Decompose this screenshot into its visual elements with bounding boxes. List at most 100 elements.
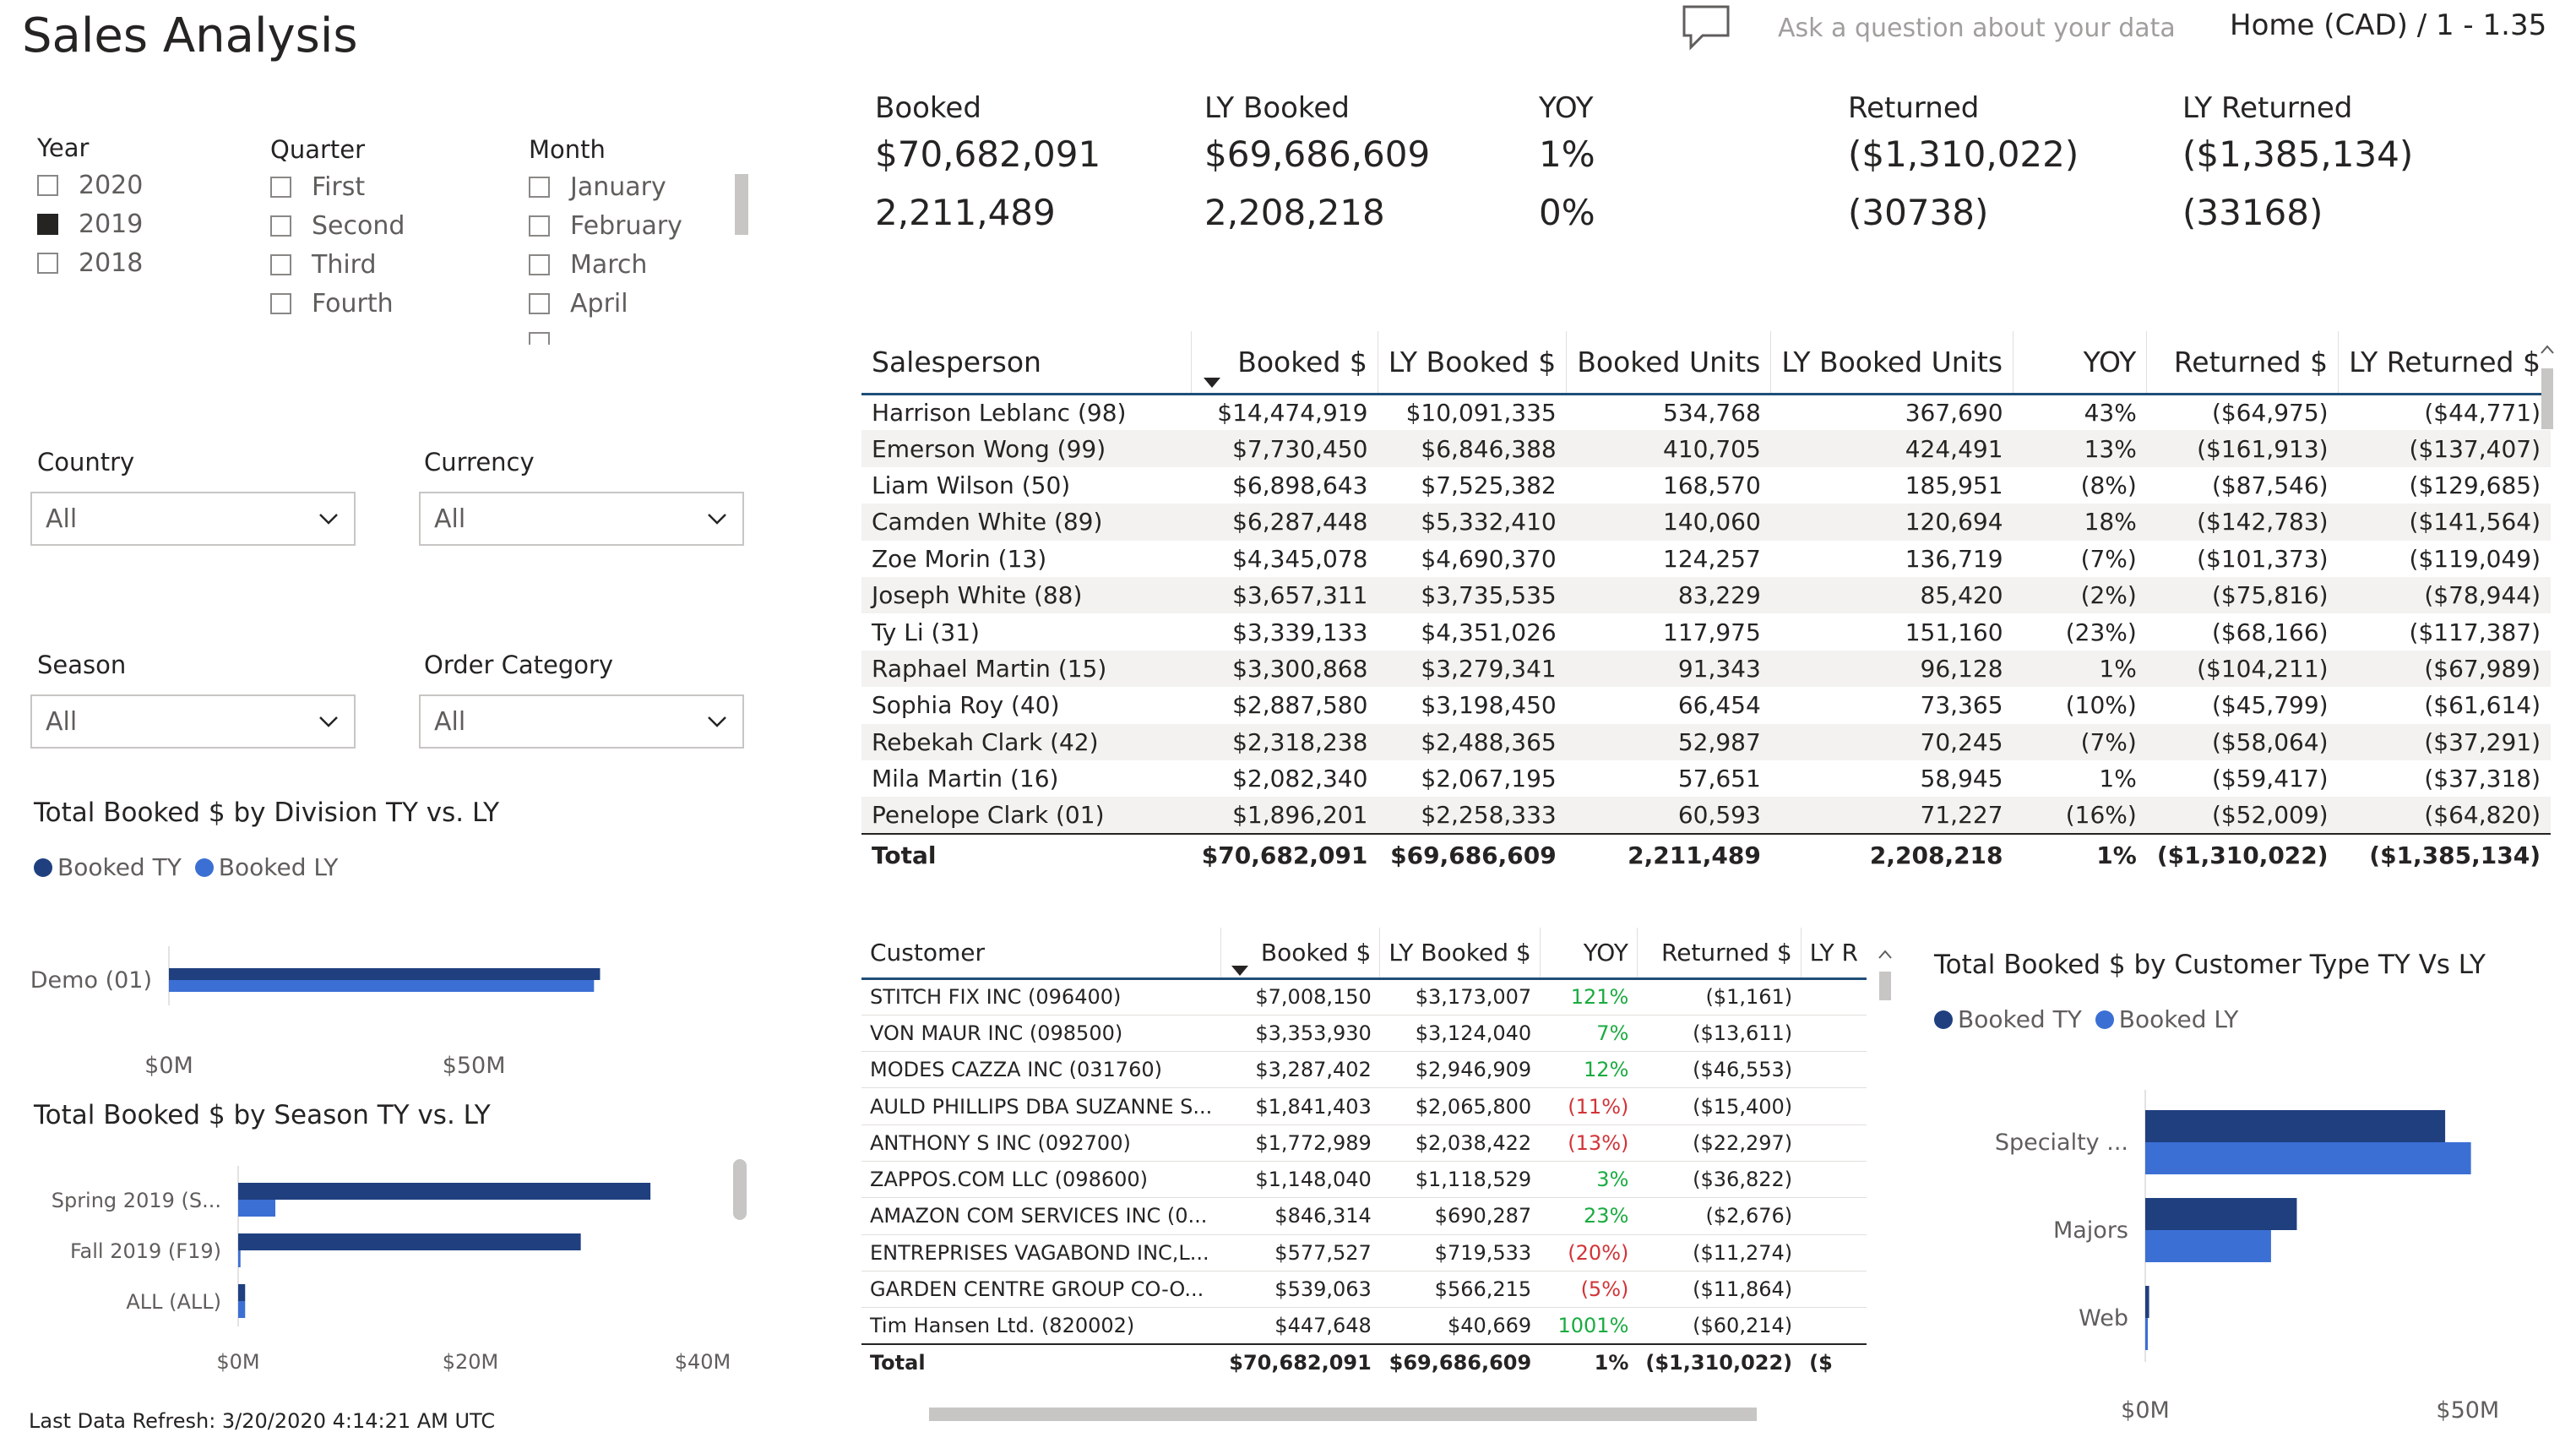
bar-booked-ly[interactable]: [238, 1250, 241, 1267]
bar-booked-ly[interactable]: [238, 1200, 275, 1217]
table-row[interactable]: Joseph White (88) $3,657,311 $3,735,535 83,…: [861, 576, 2551, 614]
column-header-ly-booked[interactable]: LY Booked $: [1378, 331, 1568, 395]
bar-booked-ly[interactable]: [169, 980, 595, 992]
month-slicer-scrollbar[interactable]: [735, 174, 748, 235]
slicer-option-first[interactable]: First: [270, 167, 405, 206]
table-row[interactable]: ENTREPRISES VAGABOND INC,L... $577,527 $71…: [861, 1234, 1867, 1271]
bar-booked-ty[interactable]: [169, 968, 601, 980]
checkbox-icon[interactable]: [529, 253, 550, 275]
slicer-option-partial[interactable]: [529, 323, 682, 345]
bar-booked-ly[interactable]: [2145, 1230, 2271, 1262]
slicer-option-april[interactable]: April: [529, 284, 682, 323]
table-cell: $6,898,643: [1232, 471, 1368, 499]
slicer-option-february[interactable]: February: [529, 206, 682, 245]
column-header-salesperson[interactable]: Salesperson: [861, 331, 1193, 395]
table-row[interactable]: Rebekah Clark (42) $2,318,238 $2,488,365 52…: [861, 723, 2551, 760]
sort-descending-icon[interactable]: [1231, 965, 1248, 976]
chat-bubble-icon[interactable]: [1681, 3, 1731, 51]
slicer-option-fourth[interactable]: Fourth: [270, 284, 405, 323]
column-header-yoy[interactable]: YOY: [2013, 331, 2148, 395]
bar-booked-ty[interactable]: [2145, 1110, 2446, 1142]
slicer-option-2018[interactable]: 2018: [37, 243, 143, 282]
column-header-returned[interactable]: Returned $: [1637, 928, 1802, 980]
column-header-booked[interactable]: Booked $: [1191, 331, 1378, 395]
salesperson-table-scrollbar[interactable]: [2539, 341, 2556, 862]
table-row[interactable]: Camden White (89) $6,287,448 $5,332,410 140…: [861, 504, 2551, 541]
table-row[interactable]: STITCH FIX INC (096400) $7,008,150 $3,173,…: [861, 978, 1867, 1016]
column-header-returned[interactable]: Returned $: [2146, 331, 2340, 395]
country-dropdown[interactable]: All: [30, 492, 356, 546]
bar-booked-ty[interactable]: [238, 1183, 651, 1200]
chevron-up-icon[interactable]: [1877, 946, 1894, 963]
bar-booked-ty[interactable]: [238, 1284, 246, 1301]
table-row[interactable]: Raphael Martin (15) $3,300,868 $3,279,341 9…: [861, 650, 2551, 688]
column-header-ly-returned[interactable]: LY Returned $: [2338, 331, 2551, 395]
column-header-yoy[interactable]: YOY: [1540, 928, 1638, 980]
customer-table-hscrollbar[interactable]: [878, 1402, 1875, 1424]
tick-label: $50M: [2436, 1397, 2499, 1424]
table-cell: ($: [1801, 1342, 1867, 1381]
bar-booked-ty[interactable]: [2145, 1198, 2297, 1230]
table-row[interactable]: Penelope Clark (01) $1,896,201 $2,258,333 6…: [861, 797, 2551, 834]
table-row[interactable]: MODES CAZZA INC (031760) $3,287,402 $2,946…: [861, 1051, 1867, 1089]
scrollbar-thumb[interactable]: [929, 1408, 1757, 1421]
customer-table-vscrollbar[interactable]: [1877, 946, 1894, 1386]
checkbox-checked-icon[interactable]: [37, 213, 58, 235]
table-row[interactable]: VON MAUR INC (098500) $3,353,930 $3,124,04…: [861, 1015, 1867, 1053]
bar-booked-ty[interactable]: [238, 1233, 581, 1250]
table-row[interactable]: Zoe Morin (13) $4,345,078 $4,690,370 124,25…: [861, 541, 2551, 577]
qa-input[interactable]: Ask a question about your data: [1778, 14, 2176, 43]
chevron-up-icon[interactable]: [2539, 341, 2556, 358]
checkbox-icon[interactable]: [529, 215, 550, 237]
checkbox-icon[interactable]: [37, 174, 58, 196]
table-row[interactable]: AULD PHILLIPS DBA SUZANNE S... $1,841,403…: [861, 1087, 1867, 1125]
slicer-option-2019[interactable]: 2019: [37, 204, 143, 243]
slicer-option-third[interactable]: Third: [270, 245, 405, 284]
sort-descending-icon[interactable]: [1204, 377, 1221, 388]
column-header-booked[interactable]: Booked $: [1220, 928, 1381, 980]
table-row[interactable]: Mila Martin (16) $2,082,340 $2,067,195 57,6…: [861, 760, 2551, 797]
category-label: Spring 2019 (S...: [52, 1189, 221, 1212]
checkbox-icon[interactable]: [529, 292, 550, 314]
checkbox-icon[interactable]: [37, 252, 58, 274]
column-header-booked-units[interactable]: Booked Units: [1566, 331, 1772, 395]
column-header-customer[interactable]: Customer: [861, 928, 1221, 980]
table-row[interactable]: Emerson Wong (99) $7,730,450 $6,846,388 410…: [861, 430, 2551, 467]
bar-booked-ly[interactable]: [2145, 1318, 2149, 1350]
slicer-option-january[interactable]: January: [529, 167, 682, 206]
table-row[interactable]: AMAZON COM SERVICES INC (0... $846,314 $69…: [861, 1197, 1867, 1235]
bar-booked-ty[interactable]: [2145, 1286, 2149, 1318]
bar-booked-ly[interactable]: [238, 1301, 246, 1318]
column-header-ly-booked-units[interactable]: LY Booked Units: [1770, 331, 2014, 395]
scrollbar-thumb[interactable]: [2541, 368, 2553, 429]
table-row[interactable]: Liam Wilson (50) $6,898,643 $7,525,382 168,…: [861, 467, 2551, 504]
checkbox-icon[interactable]: [270, 253, 291, 275]
scrollbar-thumb[interactable]: [1879, 972, 1891, 1000]
column-header-ly-booked[interactable]: LY Booked $: [1379, 928, 1541, 980]
checkbox-icon[interactable]: [270, 176, 291, 198]
table-cell: ($64,820): [2338, 797, 2551, 834]
slicer-option-march[interactable]: March: [529, 245, 682, 284]
table-row[interactable]: Ty Li (31) $3,339,133 $4,351,026 117,975 151…: [861, 613, 2551, 650]
table-row[interactable]: GARDEN CENTRE GROUP CO-O... $539,063 $566,…: [861, 1271, 1867, 1309]
season-chart-scrollbar[interactable]: [733, 1159, 747, 1220]
season-dropdown[interactable]: All: [30, 694, 356, 749]
slicer-option-second[interactable]: Second: [270, 206, 405, 245]
checkbox-icon[interactable]: [529, 176, 550, 198]
table-row[interactable]: ZAPPOS.COM LLC (098600) $1,148,040 $1,118,…: [861, 1161, 1867, 1199]
currency-dropdown[interactable]: All: [419, 492, 744, 546]
bar-booked-ly[interactable]: [2145, 1142, 2471, 1174]
checkbox-icon[interactable]: [270, 215, 291, 237]
column-header-ly-returned[interactable]: LY R: [1801, 928, 1867, 980]
table-cell: 117,975: [1663, 618, 1761, 646]
table-row[interactable]: Tim Hansen Ltd. (820002) $447,648 $40,669 1…: [861, 1307, 1867, 1345]
table-cell: Rebekah Clark (42): [861, 723, 1192, 760]
salesperson-table: Salesperson Booked $ LY Booked $ Booked …: [861, 331, 2551, 896]
order-category-dropdown[interactable]: All: [419, 694, 744, 749]
checkbox-icon[interactable]: [529, 331, 550, 345]
table-row[interactable]: Harrison Leblanc (98) $14,474,919 $10,091,…: [861, 394, 2551, 430]
table-row[interactable]: Sophia Roy (40) $2,887,580 $3,198,450 66,45…: [861, 687, 2551, 723]
table-row[interactable]: ANTHONY S INC (092700) $1,772,989 $2,038,4…: [861, 1124, 1867, 1162]
slicer-option-2020[interactable]: 2020: [37, 166, 143, 204]
checkbox-icon[interactable]: [270, 292, 291, 314]
